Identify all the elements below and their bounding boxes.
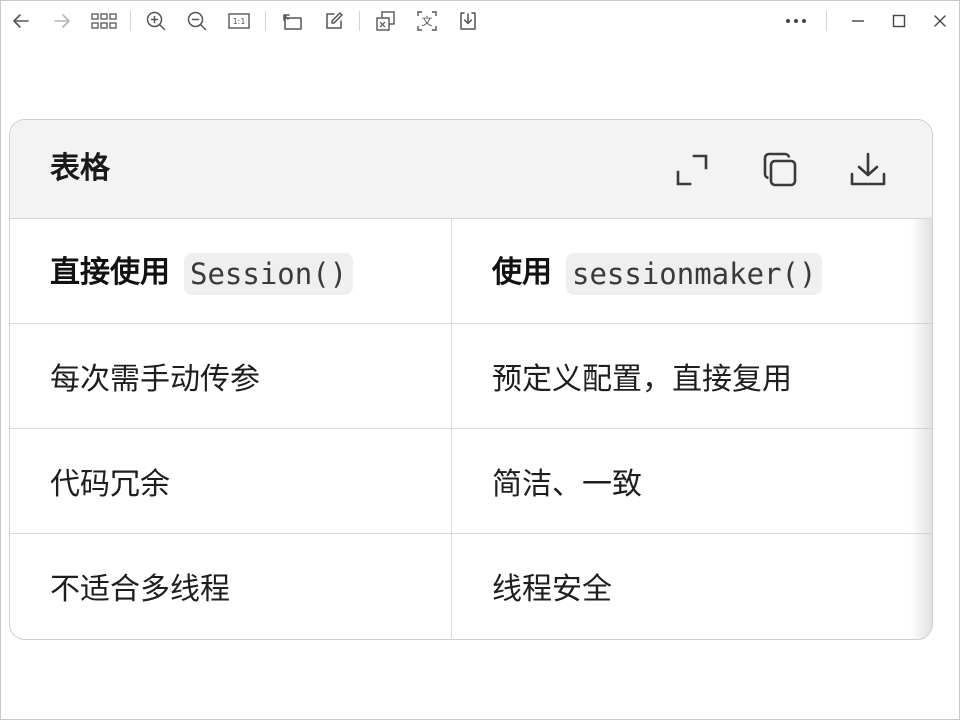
copy-image-icon[interactable] — [373, 9, 399, 33]
translate-glyph: 文 — [421, 15, 433, 28]
column-header-label: 直接使用 — [50, 255, 170, 291]
table-card: 表格 直接使用 Session() 使用 sessionmaker() 每次需手… — [9, 119, 933, 640]
image-viewer-window: 1:1 文 表格 直接使用 Session() 使用 sessionmaker(… — [0, 0, 960, 720]
more-icon[interactable] — [783, 9, 809, 33]
copy-icon[interactable] — [760, 150, 800, 190]
table-row: 不适合多线程 线程安全 — [10, 533, 932, 638]
toolbar-divider — [826, 11, 827, 31]
rotate-icon[interactable] — [279, 9, 305, 33]
table-card-header: 表格 — [10, 120, 932, 219]
actual-size-icon[interactable]: 1:1 — [226, 9, 252, 33]
edit-icon[interactable] — [321, 9, 347, 33]
back-arrow-icon[interactable] — [8, 9, 34, 33]
minimize-icon[interactable] — [845, 9, 871, 33]
table-row: 代码冗余 简洁、一致 — [10, 428, 932, 534]
table-header-cell: 直接使用 Session() — [10, 219, 452, 324]
expand-icon[interactable] — [672, 150, 712, 190]
download-icon[interactable] — [455, 9, 481, 33]
inline-code: sessionmaker() — [566, 252, 823, 295]
maximize-icon[interactable] — [886, 9, 912, 33]
column-header-label: 使用 — [492, 255, 552, 291]
zoom-in-icon[interactable] — [143, 9, 169, 33]
download-icon[interactable] — [848, 150, 888, 190]
grid-view-icon[interactable] — [91, 9, 117, 33]
table-card-title: 表格 — [50, 151, 110, 186]
table-header-row: 直接使用 Session() 使用 sessionmaker() — [10, 219, 932, 324]
table-cell: 预定义配置，直接复用 — [451, 323, 932, 429]
toolbar-divider — [265, 11, 266, 31]
translate-icon[interactable]: 文 — [414, 9, 440, 33]
toolbar-divider — [359, 11, 360, 31]
forward-arrow-icon[interactable] — [49, 9, 75, 33]
table-cell: 代码冗余 — [10, 428, 452, 534]
toolbar: 1:1 文 — [1, 1, 959, 41]
comparison-table: 直接使用 Session() 使用 sessionmaker() 每次需手动传参 预… — [10, 219, 932, 638]
close-icon[interactable] — [927, 9, 953, 33]
table-row: 每次需手动传参 预定义配置，直接复用 — [10, 323, 932, 429]
toolbar-divider — [130, 11, 131, 31]
table-cell: 每次需手动传参 — [10, 323, 452, 429]
table-cell: 不适合多线程 — [10, 533, 452, 638]
table-cell: 简洁、一致 — [451, 428, 932, 534]
table-header-cell: 使用 sessionmaker() — [451, 219, 932, 324]
inline-code: Session() — [184, 252, 354, 295]
zoom-out-icon[interactable] — [184, 9, 210, 33]
actual-size-label: 1:1 — [232, 16, 246, 26]
table-cell: 线程安全 — [492, 572, 612, 607]
